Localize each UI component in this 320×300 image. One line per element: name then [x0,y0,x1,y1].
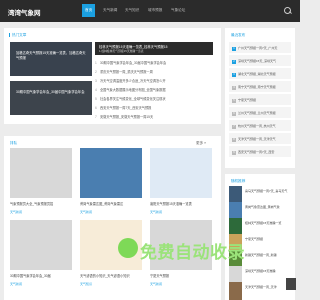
sidebar-item[interactable]: 7 杭州天气预报一周_杭州天气 [229,120,291,131]
card-thumb[interactable] [10,148,72,198]
hot-image-1-caption: 加格达奇天气预报15天准确一览表，加格达奇天气预报 [16,51,86,61]
card-title[interactable]: 30期中国气象学会年会_30届 [10,273,72,278]
sidebar-item[interactable]: 5 宁夏天气预报 [229,94,291,105]
list-item[interactable]: 4 全国气象大数据展示地图分布图_全国气象数据 [95,87,166,92]
card-title[interactable]: 气象预报员大全_气象预报员招 [10,201,72,206]
list-item[interactable]: 6 西安天气预报一周7天_西安天气预报 [95,105,151,110]
hot-articles-panel: 热门文章 加格达奇天气预报15天准确一览表，加格达奇天气预报 30期中国气象学会… [4,28,221,124]
card-thumb[interactable] [80,148,142,198]
list-item[interactable]: 7 安徽天气预报_安徽天气预报一周15天 [95,114,153,119]
card-thumb[interactable] [150,148,212,198]
card-tag[interactable]: 天气知识 [80,282,92,286]
card-title[interactable]: 黄岗气象雷达图_黄岗气象雷达 [80,201,142,206]
nav-city-forecast[interactable]: 城市预报 [148,8,162,13]
sidebar-item[interactable]: 9 西安天气预报一周7天_西安 [229,146,291,157]
site-logo[interactable]: 湾湾气象网 [8,7,41,17]
hot-image-1[interactable]: 加格达奇天气预报15天准确一览表，加格达奇天气预报 [10,42,92,76]
sidebar-item[interactable]: 1 广州天气预报一周7天_广州天 [229,42,291,53]
nav-weather-news[interactable]: 天气新闻 [103,8,117,13]
watermark-icon [118,238,138,258]
card-tag[interactable]: 天气新闻 [150,282,162,286]
hot-articles-title: 热门文章 [8,33,27,37]
sidebar-item[interactable]: 8 天津天气预报一周_天津天气 [229,133,291,144]
list-item[interactable]: 3 冷天气空调温度开多少合适_冷天气空调怎么开 [95,78,166,83]
recent-title: 最近发布 [231,33,246,37]
hot-headline-sub: 1.桂林桂林天气预报15天准确一览表 [99,49,144,53]
sidebar-item[interactable]: 2 深圳天气预报15天_深圳天气 [229,55,291,66]
hot-headline[interactable]: 桂林天气预报15天准确一览表_桂林天气预报15 1.桂林桂林天气预报15天准确一… [95,42,213,55]
hot-image-2[interactable]: 30期中国气象学会年会_30届中国气象学会年会 [10,81,92,115]
watermark-text: 免费自动收录 [140,243,245,262]
card-title[interactable]: 宁夏天气预报 [150,273,212,278]
nav-home[interactable]: 首页 [82,4,96,17]
list-item[interactable]: 天津天气预报一周_天津 [229,282,291,300]
more-link[interactable]: 更多 » [196,141,206,146]
card-tag[interactable]: 天气新闻 [10,282,22,286]
sidebar-item[interactable]: 3 湖北天气预报_湖北天气预报 [229,68,291,79]
random-title: 随机推荐 [231,179,246,183]
top-navbar: 湾湾气象网 首页 天气新闻 天气知识 城市预报 气象论坛 [0,0,300,22]
latest-panel: 排队 更多 » 气象预报员大全_气象预报员招 天气新闻 黄岗气象雷达图_黄岗气象… [4,136,221,300]
card-tag[interactable]: 天气新闻 [10,210,22,214]
latest-title: 排队 [10,141,18,145]
search-icon[interactable] [284,7,292,15]
card-tag[interactable]: 天气新闻 [150,210,162,214]
sidebar-item[interactable]: 4 南宁天气预报_南宁天气预报 [229,81,291,92]
card-thumb[interactable] [10,220,72,270]
hot-image-2-caption: 30期中国气象学会年会_30届中国气象学会年会 [16,90,85,94]
nav-forum[interactable]: 气象论坛 [171,8,185,13]
card-title[interactable]: 天气谚语的小知识_天气谚语小知识 [80,273,142,278]
list-item[interactable]: 2 重庆天气预报一周_重庆天气预报一周 [95,69,153,74]
card-tag[interactable]: 天气新闻 [80,210,92,214]
back-to-top-button[interactable] [286,278,296,290]
list-item[interactable]: 5 社会各界关注气候变化_全球气候变化关注现状 [95,96,166,101]
sidebar-item[interactable]: 6 兰州天气预报_兰州天气预报 [229,107,291,118]
nav-weather-knowledge[interactable]: 天气知识 [125,8,139,13]
card-title[interactable]: 襄阳天气预报15天准确一览表 [150,201,212,206]
thumb [229,282,242,300]
list-item[interactable]: 1 30期中国气象学会年会_30届中国气象学会年会 [95,60,166,65]
